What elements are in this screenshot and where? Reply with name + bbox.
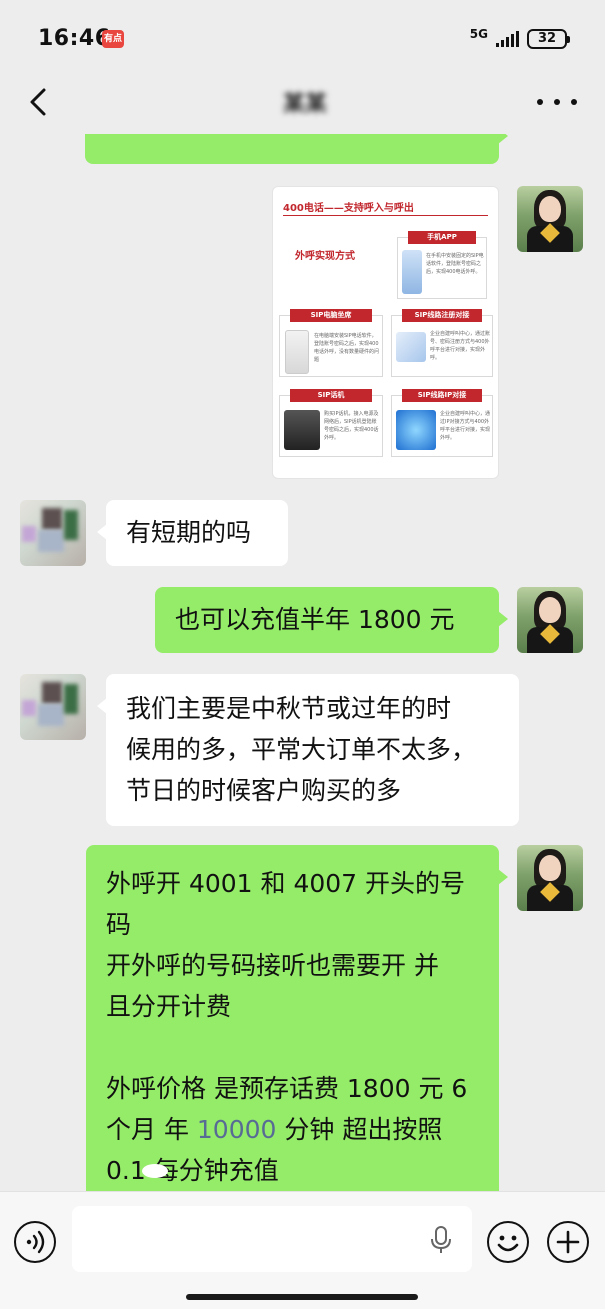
card-label: 手机APP — [408, 231, 476, 244]
card-sip-line-register: SIP线路注册对接 企业自建呼叫中心，通过账号、密码注册方式与400外呼平台进行… — [391, 309, 493, 377]
contact-avatar[interactable] — [20, 674, 86, 740]
card-sip-phone: SIP话机 购买IP话机，接入电源及网络后，SIP话机登陆账号密码之后，实现40… — [279, 389, 383, 457]
back-arrow-icon[interactable] — [22, 84, 58, 120]
image-subtitle: 外呼实现方式 — [295, 251, 355, 262]
image-title-underline — [283, 215, 488, 216]
chat-header: 某某 — [0, 72, 605, 134]
message-line: 个月 年 10000 分钟 超出按照 — [106, 1115, 443, 1144]
message-bubble-sent[interactable]: 外呼开 4001 和 4007 开头的号 码 开外呼的号码接听也需要开 并 且分… — [86, 845, 508, 1191]
more-options-icon[interactable] — [537, 92, 577, 112]
message-line: 节日的时候客户购买的多 — [126, 776, 402, 805]
card-text: 在电脑端安装SIP电话软件，登陆账号密码之后，实现400电话外呼，没有数量硬件的… — [314, 333, 380, 363]
message-bubble-sent[interactable]: 也可以充值半年 1800 元 — [155, 587, 508, 653]
message-text: 也可以充值半年 1800 元 — [175, 605, 455, 634]
signal-icon — [496, 31, 519, 47]
network-type: 5G — [469, 27, 488, 41]
mic-icon[interactable] — [428, 1225, 454, 1255]
my-avatar[interactable] — [517, 587, 583, 653]
chat-messages[interactable]: 400电话——支持呼入与呼出 外呼实现方式 手机APP 在手机中安装固定的SIP… — [0, 134, 605, 1191]
message-line: 我们主要是中秋节或过年的时 — [126, 694, 452, 723]
status-bar: 16:46 有点 5G 32 — [0, 0, 605, 72]
network-icon — [396, 410, 436, 450]
battery-icon: 32 — [527, 29, 570, 49]
message-line: 且分开计费 — [106, 992, 232, 1021]
card-mobile-app: 手机APP 在手机中安装固定的SIP电话软件，登陆账号密码之后，实现400电话外… — [397, 231, 487, 299]
image-message[interactable]: 400电话——支持呼入与呼出 外呼实现方式 手机APP 在手机中安装固定的SIP… — [272, 186, 499, 479]
card-text: 企业自建呼叫中心，通过IP对接方式与400外呼平台进行对接，实现外呼。 — [440, 411, 491, 441]
message-input[interactable] — [72, 1206, 472, 1272]
card-label: SIP电脑坐席 — [290, 309, 372, 322]
phone-app-icon — [285, 330, 309, 374]
message-text: 有短期的吗 — [126, 518, 252, 547]
message-bubble-received[interactable]: 有短期的吗 — [97, 500, 288, 566]
card-label: SIP线路IP对接 — [402, 389, 482, 402]
contact-avatar[interactable] — [20, 500, 86, 566]
card-label: SIP话机 — [290, 389, 372, 402]
card-text: 企业自建呼叫中心，通过账号、密码注册方式与400外呼平台进行对接，实现外呼。 — [430, 331, 491, 361]
message-bubble-partial[interactable] — [85, 134, 508, 164]
home-indicator — [186, 1294, 418, 1300]
chat-title: 某某 — [282, 92, 327, 117]
message-line: 开外呼的号码接听也需要开 并 — [106, 951, 439, 980]
my-avatar[interactable] — [517, 186, 583, 252]
status-indicators: 5G 32 — [469, 27, 570, 50]
message-line — [106, 1027, 479, 1068]
desk-phone-icon — [284, 410, 320, 450]
plus-icon[interactable] — [547, 1221, 589, 1263]
card-label: SIP线路注册对接 — [402, 309, 482, 322]
phone-server-icon — [402, 250, 422, 294]
message-line: 码 — [106, 910, 132, 939]
server-icon — [396, 332, 426, 362]
card-sip-line-ip: SIP线路IP对接 企业自建呼叫中心，通过IP对接方式与400外呼平台进行对接，… — [391, 389, 493, 457]
text-selection-handle[interactable] — [142, 1164, 168, 1178]
card-text: 购买IP话机，接入电源及网络后，SIP话机登陆账号密码之后，实现400话外呼。 — [324, 411, 379, 441]
my-avatar[interactable] — [517, 845, 583, 911]
message-line: 外呼开 4001 和 4007 开头的号 — [106, 869, 466, 898]
card-sip-desk: SIP电脑坐席 在电脑端安装SIP电话软件，登陆账号密码之后，实现400电话外呼… — [279, 309, 383, 377]
image-title: 400电话——支持呼入与呼出 — [283, 203, 414, 214]
app-notification-icon: 有点 — [102, 30, 124, 48]
message-line: 候用的多，平常大订单不太多， — [126, 735, 477, 764]
card-text: 在手机中安装固定的SIP电话软件，登陆账号密码之后，实现400电话外呼。 — [426, 253, 484, 275]
highlighted-number-link[interactable]: 10000 — [197, 1115, 277, 1144]
voice-icon[interactable] — [14, 1221, 56, 1263]
emoji-icon[interactable] — [487, 1221, 529, 1263]
message-bubble-received[interactable]: 我们主要是中秋节或过年的时 候用的多，平常大订单不太多， 节日的时候客户购买的多 — [97, 674, 519, 826]
message-line: 外呼价格 是预存话费 1800 元 6 — [106, 1074, 468, 1103]
status-time: 16:46 — [38, 26, 111, 51]
input-bar — [0, 1191, 605, 1309]
